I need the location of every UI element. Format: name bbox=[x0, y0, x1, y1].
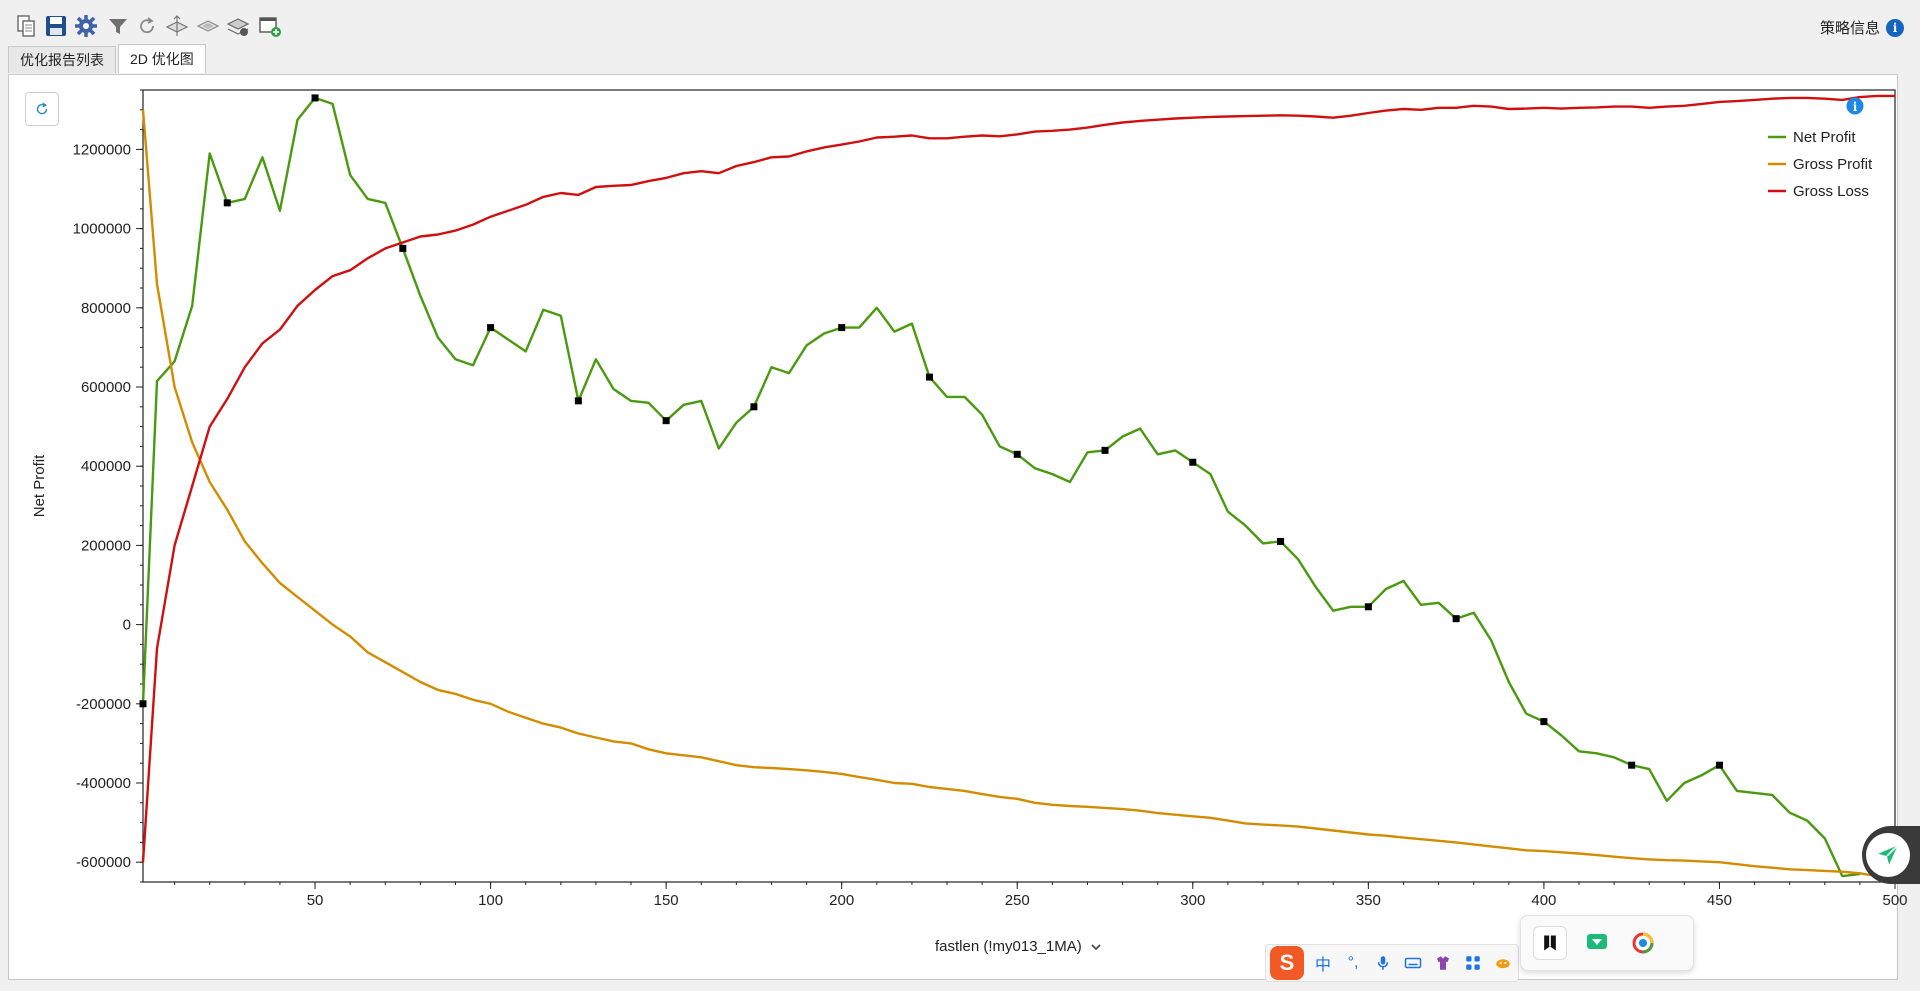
y-tick-label: -200000 bbox=[76, 696, 131, 713]
y-axis-label: Net Profit bbox=[31, 454, 48, 517]
y-tick-label: 800000 bbox=[81, 300, 131, 317]
x-tick-label: 250 bbox=[1005, 892, 1030, 909]
x-tick-label: 50 bbox=[307, 892, 324, 909]
x-axis-selector[interactable]: fastlen (!my013_1MA) bbox=[935, 938, 1102, 955]
x-axis-label: fastlen (!my013_1MA) bbox=[935, 938, 1082, 955]
y-tick-label: 1200000 bbox=[73, 141, 131, 158]
microphone-icon[interactable] bbox=[1372, 952, 1394, 974]
y-tick-label: 600000 bbox=[81, 379, 131, 396]
legend-entry: Net Profit bbox=[1793, 129, 1856, 146]
apps-grid-icon[interactable] bbox=[1462, 952, 1484, 974]
data-point-marker bbox=[1628, 761, 1636, 769]
mascot-icon[interactable] bbox=[1492, 952, 1514, 974]
x-tick-label: 450 bbox=[1707, 892, 1732, 909]
y-tick-label: 1000000 bbox=[73, 221, 131, 238]
data-point-marker bbox=[487, 324, 495, 332]
data-point-marker bbox=[662, 417, 670, 425]
y-tick-label: -600000 bbox=[76, 854, 131, 871]
data-point-marker bbox=[1452, 615, 1460, 623]
reset-zoom-button[interactable] bbox=[25, 92, 59, 126]
x-tick-label: 300 bbox=[1180, 892, 1205, 909]
chart-info-icon-glyph: i bbox=[1853, 100, 1858, 114]
skin-icon[interactable] bbox=[1432, 952, 1454, 974]
y-tick-label: 0 bbox=[123, 617, 131, 634]
ime-toolbar: S 中 °, bbox=[1265, 944, 1519, 982]
green-app-icon[interactable] bbox=[1581, 927, 1613, 959]
system-tray-popup bbox=[1520, 915, 1694, 971]
x-tick-label: 100 bbox=[478, 892, 503, 909]
data-point-marker bbox=[1540, 718, 1548, 726]
x-tick-label: 350 bbox=[1356, 892, 1381, 909]
chevron-down-icon bbox=[1091, 943, 1101, 950]
data-point-marker bbox=[1364, 603, 1372, 611]
data-point-marker bbox=[139, 700, 147, 708]
data-point-marker bbox=[925, 373, 933, 381]
data-point-marker bbox=[1101, 446, 1109, 454]
data-point-marker bbox=[1189, 458, 1197, 466]
data-point-marker bbox=[750, 403, 758, 411]
sogou-ime-icon[interactable]: S bbox=[1270, 946, 1304, 980]
x-tick-label: 500 bbox=[1882, 892, 1907, 909]
data-point-marker bbox=[399, 244, 407, 252]
data-point-marker bbox=[311, 94, 319, 102]
x-tick-label: 200 bbox=[829, 892, 854, 909]
data-point-marker bbox=[1277, 537, 1285, 545]
y-tick-label: 200000 bbox=[81, 537, 131, 554]
optimization-chart[interactable]: -600000 -400000 -200000 0 200000 400000 600000… bbox=[0, 0, 1920, 991]
x-tick-label: 150 bbox=[654, 892, 679, 909]
send-arrow-icon bbox=[1878, 844, 1899, 865]
legend-entry: Gross Profit bbox=[1793, 156, 1873, 173]
data-point-marker bbox=[1013, 450, 1021, 458]
data-point-marker bbox=[574, 397, 582, 405]
colorful-app-icon[interactable] bbox=[1627, 927, 1659, 959]
floating-assistant-button[interactable] bbox=[1862, 826, 1920, 884]
legend-entry: Gross Loss bbox=[1793, 183, 1869, 200]
y-tick-label: 400000 bbox=[81, 458, 131, 475]
keyboard-icon[interactable] bbox=[1402, 952, 1424, 974]
data-point-marker bbox=[838, 324, 846, 332]
punctuation-icon[interactable]: °, bbox=[1342, 952, 1364, 974]
x-tick-label: 400 bbox=[1531, 892, 1556, 909]
chinese-mode-icon[interactable]: 中 bbox=[1312, 952, 1334, 974]
bookmark-app-icon[interactable] bbox=[1533, 926, 1567, 960]
data-point-marker bbox=[223, 199, 231, 207]
y-tick-label: -400000 bbox=[76, 775, 131, 792]
data-point-marker bbox=[1715, 761, 1723, 769]
reset-icon bbox=[36, 102, 48, 115]
